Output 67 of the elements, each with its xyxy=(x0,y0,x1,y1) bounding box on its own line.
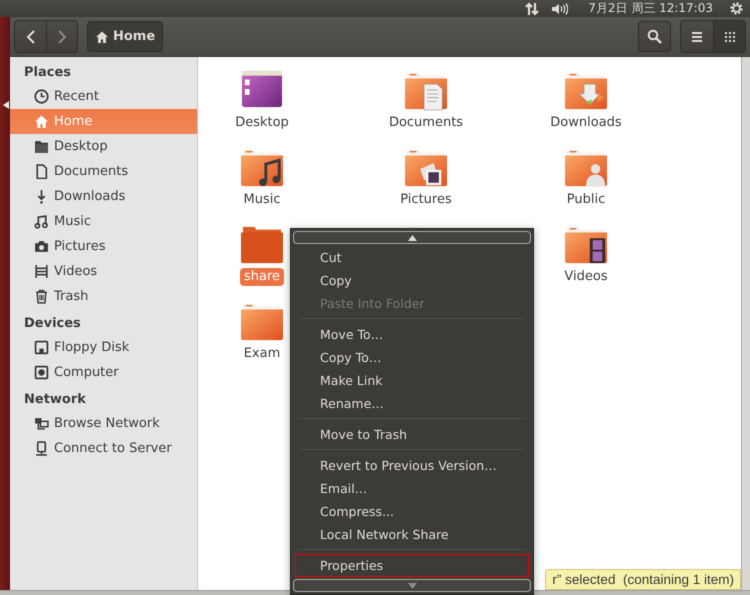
list-view-icon xyxy=(690,30,704,44)
grid-view-icon xyxy=(722,30,736,44)
section-heading: Places xyxy=(23,64,72,82)
home-icon xyxy=(34,114,49,129)
sidebar-item[interactable]: Browse Network xyxy=(10,411,197,436)
menu-item[interactable]: Copy xyxy=(295,269,529,292)
folder-icon xyxy=(34,139,49,154)
menu-item[interactable]: Revert to Previous Version… xyxy=(295,454,529,477)
triangle-down-icon xyxy=(408,582,416,588)
server-icon xyxy=(34,441,49,456)
music-note-icon xyxy=(34,214,49,229)
menu-item[interactable]: Rename… xyxy=(295,392,529,415)
back-button[interactable] xyxy=(15,21,46,52)
sidebar-item[interactable]: Recent xyxy=(10,84,197,109)
menu-item[interactable]: Email… xyxy=(295,477,529,500)
file-name[interactable]: Desktop xyxy=(231,114,293,132)
film-icon xyxy=(34,264,49,279)
menu-item[interactable]: Compress... xyxy=(295,500,529,523)
menu-item[interactable]: Cut xyxy=(295,246,529,269)
clock-text[interactable]: 7月2日 周三 12:17:03 xyxy=(588,0,713,17)
menu-item[interactable]: Local Network Share xyxy=(295,523,529,546)
sidebar-item[interactable]: Music xyxy=(10,209,197,234)
sidebar-item[interactable]: Pictures xyxy=(10,234,197,259)
section-heading: Network xyxy=(23,391,87,409)
search-button[interactable] xyxy=(638,21,671,52)
menu-item[interactable]: Make Link xyxy=(295,369,529,392)
network-arrows-icon[interactable] xyxy=(525,2,540,16)
sidebar-item[interactable]: Connect to Server xyxy=(10,436,197,461)
scroll-down-button[interactable] xyxy=(293,579,531,592)
volume-icon[interactable] xyxy=(551,2,568,16)
settings-icon[interactable] xyxy=(729,1,744,16)
camera-icon xyxy=(34,239,49,254)
sidebar-item[interactable]: Computer xyxy=(10,360,197,385)
path-button[interactable]: Home xyxy=(87,21,164,52)
sidebar-item[interactable]: Downloads xyxy=(10,184,197,209)
file-name[interactable]: Downloads xyxy=(546,114,626,132)
search-icon xyxy=(647,29,662,44)
menu-item[interactable]: Properties xyxy=(295,554,529,577)
trash-icon xyxy=(34,289,49,304)
network-icon xyxy=(34,416,49,431)
sidebar-item[interactable]: Videos xyxy=(10,259,197,284)
status-text: r” selected (containing 1 item) xyxy=(545,569,741,590)
drive-icon xyxy=(34,365,49,380)
home-icon xyxy=(95,30,109,44)
sidebar-item[interactable]: Trash xyxy=(10,284,197,309)
chevron-left-icon xyxy=(26,30,36,44)
menu-item[interactable]: Move to Trash xyxy=(295,423,529,446)
triangle-up-icon xyxy=(408,234,416,240)
chevron-right-icon xyxy=(57,30,67,44)
file-name[interactable]: Music xyxy=(240,191,284,209)
sidebar-item[interactable]: Documents xyxy=(10,159,197,184)
section-heading: Devices xyxy=(23,315,82,333)
scroll-up-button[interactable] xyxy=(293,231,531,244)
document-icon xyxy=(34,164,49,179)
file-name[interactable]: Pictures xyxy=(396,191,456,209)
file-name[interactable]: Videos xyxy=(560,268,612,286)
grid-view-button[interactable] xyxy=(713,21,745,52)
file-name[interactable]: Public xyxy=(562,191,610,209)
sidebar-item[interactable]: Floppy Disk xyxy=(10,335,197,360)
menu-item[interactable]: Move To… xyxy=(295,323,529,346)
clock-icon xyxy=(34,89,49,104)
list-view-button[interactable] xyxy=(681,21,713,52)
menu-item[interactable]: Copy To… xyxy=(295,346,529,369)
sidebar-item[interactable]: Desktop xyxy=(10,134,197,159)
forward-button[interactable] xyxy=(46,21,77,52)
file-name[interactable]: Documents xyxy=(384,114,468,132)
file-name[interactable]: Exam xyxy=(240,345,284,363)
